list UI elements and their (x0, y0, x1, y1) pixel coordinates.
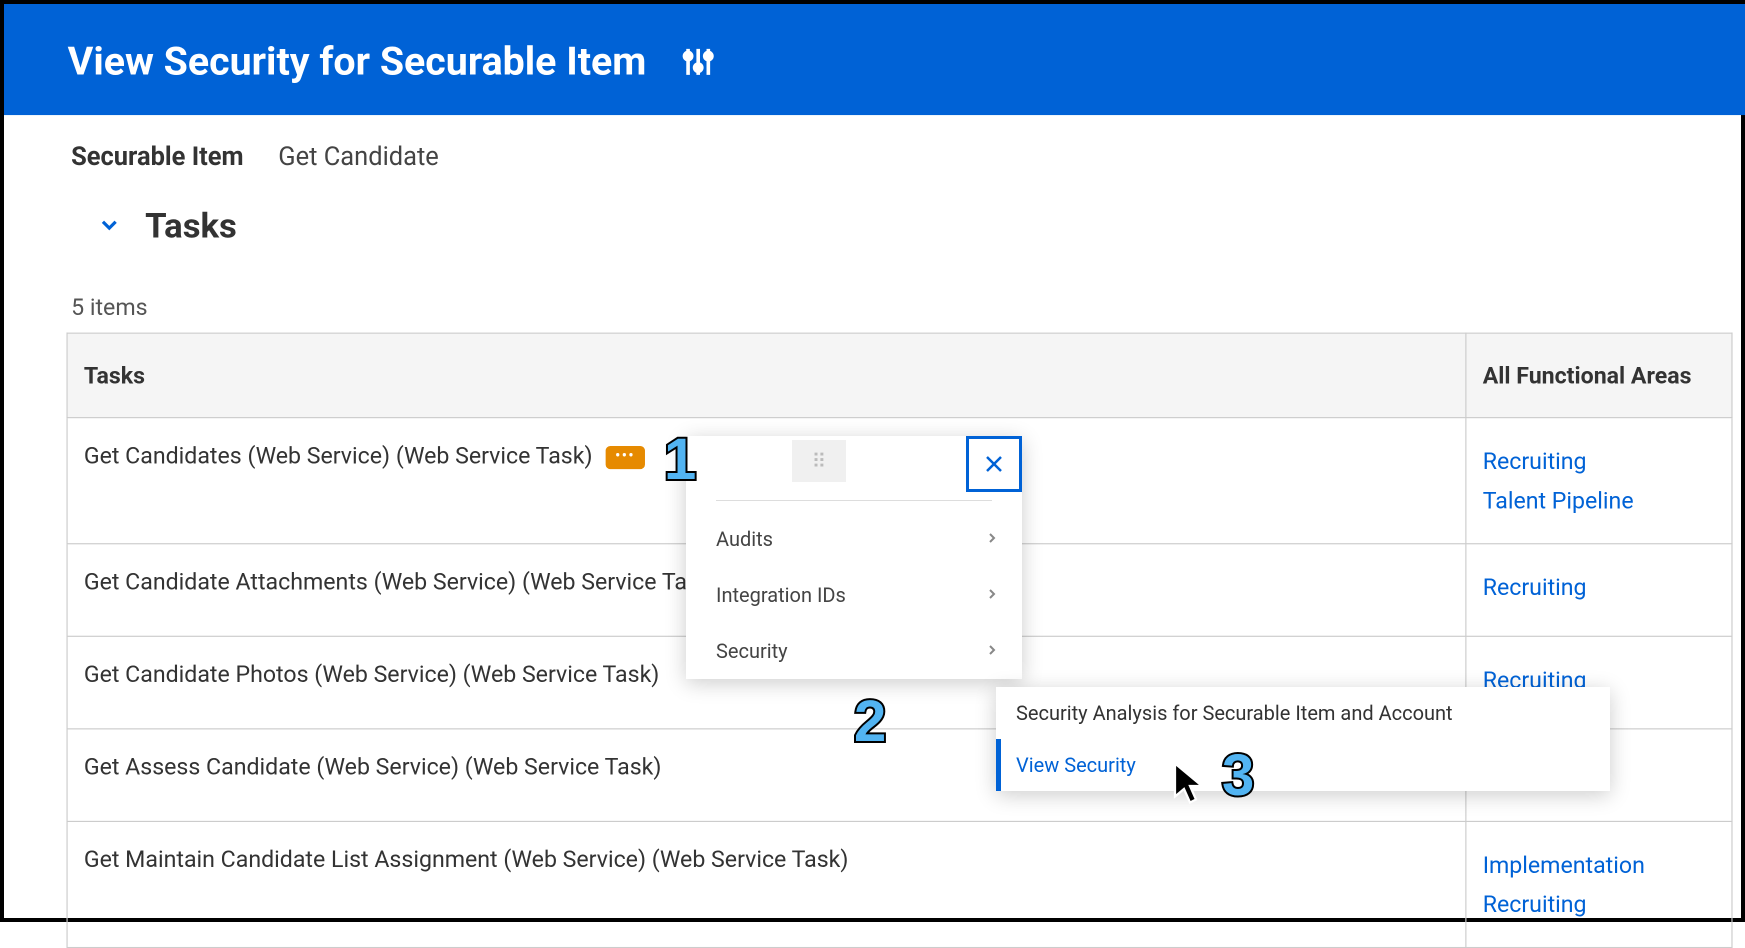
drag-handle-icon[interactable]: ⠿ (792, 440, 846, 482)
field-value: Get Candidate (278, 143, 439, 172)
task-name[interactable]: Get Candidate Photos (Web Service) (Web … (84, 660, 660, 688)
chevron-down-icon (97, 212, 122, 242)
tasks-section-header[interactable]: Tasks (97, 206, 1745, 246)
security-submenu: Security Analysis for Securable Item and… (996, 687, 1610, 791)
submenu-item-security-analysis[interactable]: Security Analysis for Securable Item and… (996, 687, 1610, 739)
item-count: 5 items (71, 293, 1745, 321)
section-title: Tasks (145, 206, 237, 246)
functional-area-link[interactable]: Recruiting (1483, 441, 1716, 480)
popup-item-label: Integration IDs (716, 583, 846, 607)
callout-1: 1 (664, 426, 696, 493)
chevron-right-icon (984, 583, 1000, 607)
task-name[interactable]: Get Maintain Candidate List Assignment (… (84, 845, 849, 873)
settings-sliders-icon[interactable] (681, 44, 716, 79)
functional-area-link[interactable]: Recruiting (1483, 567, 1716, 606)
related-actions-popup: ⠿ Audits Integration IDs Security (686, 436, 1022, 679)
table-row: Get Maintain Candidate List Assignment (… (67, 821, 1732, 947)
col-header-areas[interactable]: All Functional Areas (1466, 333, 1732, 417)
securable-item-field: Securable Item Get Candidate (71, 143, 1745, 172)
task-name[interactable]: Get Assess Candidate (Web Service) (Web … (84, 753, 662, 781)
popup-item-label: Audits (716, 527, 773, 551)
callout-3: 3 (1222, 742, 1254, 809)
functional-area-link[interactable]: Talent Pipeline (1483, 481, 1716, 520)
submenu-label: Security Analysis for Securable Item and… (1016, 701, 1453, 725)
functional-area-link[interactable]: Recruiting (1483, 884, 1716, 923)
field-label: Securable Item (71, 143, 243, 172)
col-header-tasks[interactable]: Tasks (67, 333, 1466, 417)
related-actions-icon[interactable] (605, 446, 644, 469)
submenu-label: View Security (1016, 753, 1136, 777)
chevron-right-icon (984, 639, 1000, 663)
popup-item-label: Security (716, 639, 788, 663)
callout-2: 2 (854, 688, 886, 755)
page-header: View Security for Securable Item (4, 4, 1745, 115)
close-button[interactable] (966, 436, 1022, 492)
task-name[interactable]: Get Candidate Attachments (Web Service) … (84, 567, 719, 595)
popup-item-audits[interactable]: Audits (686, 511, 1022, 567)
page-title: View Security for Securable Item (68, 39, 647, 85)
chevron-right-icon (984, 527, 1000, 551)
submenu-item-view-security[interactable]: View Security (996, 739, 1610, 791)
divider (716, 500, 992, 501)
popup-item-integration-ids[interactable]: Integration IDs (686, 567, 1022, 623)
task-name[interactable]: Get Candidates (Web Service) (Web Servic… (84, 441, 593, 469)
cursor-icon (1172, 760, 1208, 810)
functional-area-link[interactable]: Implementation (1483, 845, 1716, 884)
popup-item-security[interactable]: Security (686, 623, 1022, 679)
